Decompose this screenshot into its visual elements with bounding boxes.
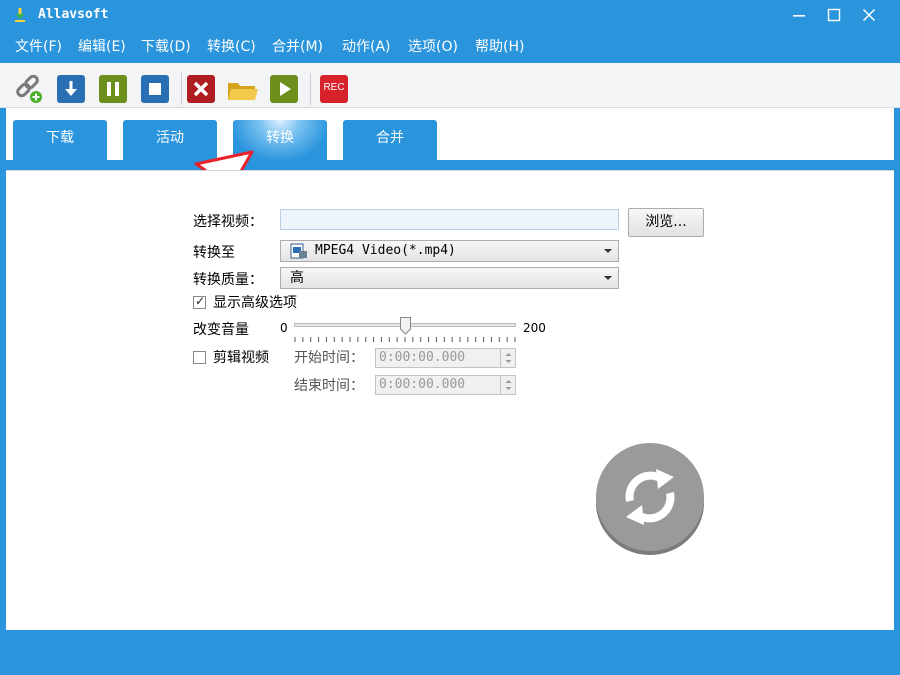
stop-icon [141, 75, 169, 103]
end-time-value: 0:00:00.000 [379, 377, 466, 392]
add-link-button[interactable] [14, 74, 42, 103]
volume-max-label: 200 [523, 321, 546, 335]
menu-edit[interactable]: 编辑(E) [78, 36, 126, 56]
start-time-value: 0:00:00.000 [379, 350, 466, 365]
maximize-icon [827, 8, 841, 22]
toolbar-separator [181, 73, 182, 105]
volume-slider-thumb[interactable] [399, 317, 411, 335]
status-bar [0, 632, 900, 675]
tab-download[interactable]: 下载 [13, 120, 107, 160]
folder-icon [228, 83, 258, 100]
volume-min-label: 0 [280, 321, 288, 335]
record-label: REC [323, 82, 345, 93]
pause-button[interactable] [99, 75, 127, 103]
format-value: MPEG4 Video(*.mp4) [315, 243, 456, 258]
quality-dropdown[interactable]: 高 [280, 267, 619, 289]
toolbar: REC [0, 63, 900, 108]
format-dropdown[interactable]: MPEG4 Video(*.mp4) [280, 240, 619, 262]
volume-label: 改变音量 [193, 322, 249, 338]
menu-merge[interactable]: 合并(M) [272, 36, 323, 56]
close-window-button[interactable] [856, 4, 882, 26]
menu-file[interactable]: 文件(F) [15, 36, 62, 56]
window-title: Allavsoft [38, 7, 109, 22]
minimize-button[interactable] [786, 4, 812, 26]
pause-icon [99, 75, 127, 103]
menu-options[interactable]: 选项(O) [408, 36, 458, 56]
add-link-icon [16, 74, 42, 103]
play-icon [270, 75, 298, 103]
show-advanced-checkbox[interactable]: ✓ [193, 294, 206, 309]
chevron-down-icon [604, 249, 612, 253]
tab-strip [6, 160, 894, 170]
checkmark-icon: ✓ [195, 294, 206, 308]
spinner-arrows-icon [505, 380, 512, 390]
end-time-label: 结束时间： [294, 378, 364, 394]
maximize-button[interactable] [821, 4, 847, 26]
start-time-input[interactable]: 0:00:00.000 [375, 348, 516, 368]
menu-help[interactable]: 帮助(H) [475, 36, 524, 56]
toolbar-separator [310, 73, 311, 105]
minimize-icon [793, 15, 805, 17]
tab-merge[interactable]: 合并 [343, 120, 437, 160]
end-time-input[interactable]: 0:00:00.000 [375, 375, 516, 395]
start-convert-button[interactable] [594, 443, 706, 555]
select-video-label: 选择视频： [193, 214, 263, 230]
start-time-label: 开始时间： [294, 350, 364, 366]
chevron-down-icon [604, 276, 612, 280]
trim-video-checkbox[interactable] [193, 351, 206, 364]
select-video-input[interactable] [280, 209, 619, 230]
volume-slider-ticks [294, 337, 516, 342]
convert-panel: 选择视频： 浏览... 转换至 MPEG4 Video(*.mp4) 转换质量：… [6, 170, 894, 630]
record-button[interactable]: REC [320, 75, 348, 103]
menu-download[interactable]: 下载(D) [141, 36, 191, 56]
spinner-arrows-icon [505, 353, 512, 363]
show-advanced-label: 显示高级选项 [213, 295, 297, 311]
menu-convert[interactable]: 转换(C) [207, 36, 256, 56]
delete-button[interactable] [187, 75, 215, 103]
menu-bar: 文件(F) 编辑(E) 下载(D) 转换(C) 合并(M) 动作(A) 选项(O… [0, 33, 900, 57]
convert-to-label: 转换至 [193, 245, 235, 261]
app-logo-icon [15, 8, 25, 22]
start-time-spinner[interactable] [500, 349, 515, 367]
delete-icon [187, 75, 215, 103]
menu-action[interactable]: 动作(A) [342, 36, 391, 56]
play-button[interactable] [270, 75, 298, 103]
tab-bar: 下载 活动 转换 合并 [6, 108, 894, 172]
trim-video-label: 剪辑视频 [213, 350, 269, 366]
stop-button[interactable] [141, 75, 169, 103]
quality-label: 转换质量： [193, 272, 263, 288]
video-file-icon [290, 243, 307, 259]
app-window: Allavsoft 文件(F) 编辑(E) 下载(D) 转换(C) 合并(M) … [0, 0, 900, 675]
close-icon [862, 8, 876, 22]
quality-value: 高 [290, 270, 304, 286]
title-bar[interactable]: Allavsoft [0, 0, 900, 30]
end-time-spinner[interactable] [500, 376, 515, 394]
browse-button[interactable]: 浏览... [628, 208, 704, 237]
download-icon [57, 75, 85, 103]
download-button[interactable] [57, 75, 85, 103]
open-folder-button[interactable] [227, 75, 259, 103]
